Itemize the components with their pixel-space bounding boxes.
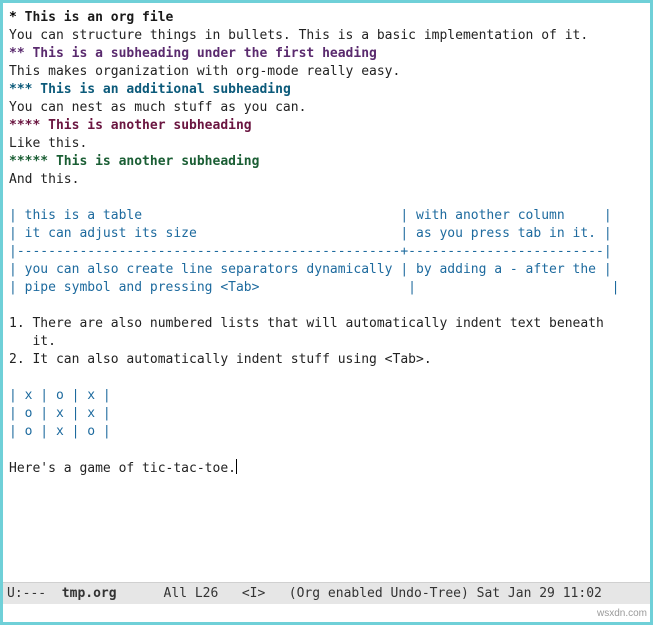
modeline-rest: All L26 <I> (Org enabled Undo-Tree) Sat … <box>117 586 602 601</box>
editor-buffer[interactable]: * This is an org file You can structure … <box>3 3 650 582</box>
h1-body: You can structure things in bullets. Thi… <box>9 28 588 43</box>
h1-stars: * <box>9 10 17 25</box>
h5-stars: ***** <box>9 154 48 169</box>
table1-row4: | pipe symbol and pressing <Tab> | | <box>9 280 619 295</box>
table1-row2: | it can adjust its size | as you press … <box>9 226 612 241</box>
list-item-2: 2. It can also automatically indent stuf… <box>9 352 432 367</box>
table1-sep: |---------------------------------------… <box>9 244 612 259</box>
emacs-frame: * This is an org file You can structure … <box>0 0 653 625</box>
h2-body: This makes organization with org-mode re… <box>9 64 400 79</box>
heading-3: This is an additional subheading <box>32 82 290 97</box>
heading-5: This is another subheading <box>48 154 259 169</box>
table2-row2: | o | x | x | <box>9 406 111 421</box>
table2-row1: | x | o | x | <box>9 388 111 403</box>
list-item-1a: 1. There are also numbered lists that wi… <box>9 316 604 331</box>
minibuffer[interactable] <box>3 604 650 622</box>
h4-body: Like this. <box>9 136 87 151</box>
table2-row3: | o | x | o | <box>9 424 111 439</box>
modeline-filename: tmp.org <box>62 586 117 601</box>
h2-stars: ** <box>9 46 25 61</box>
h5-body: And this. <box>9 172 79 187</box>
h4-stars: **** <box>9 118 40 133</box>
h3-body: You can nest as much stuff as you can. <box>9 100 306 115</box>
heading-4: This is another subheading <box>40 118 251 133</box>
mode-line[interactable]: U:--- tmp.org All L26 <I> (Org enabled U… <box>3 582 650 604</box>
footer-text: Here's a game of tic-tac-toe. <box>9 461 236 476</box>
watermark: wsxdn.com <box>597 605 647 623</box>
heading-1: This is an org file <box>17 10 174 25</box>
table1-row1: | this is a table | with another column … <box>9 208 612 223</box>
modeline-status: U:--- <box>7 586 62 601</box>
h3-stars: *** <box>9 82 32 97</box>
list-item-1b: it. <box>9 334 56 349</box>
text-cursor <box>236 459 237 474</box>
table1-row3: | you can also create line separators dy… <box>9 262 612 277</box>
heading-2: This is a subheading under the first hea… <box>25 46 377 61</box>
